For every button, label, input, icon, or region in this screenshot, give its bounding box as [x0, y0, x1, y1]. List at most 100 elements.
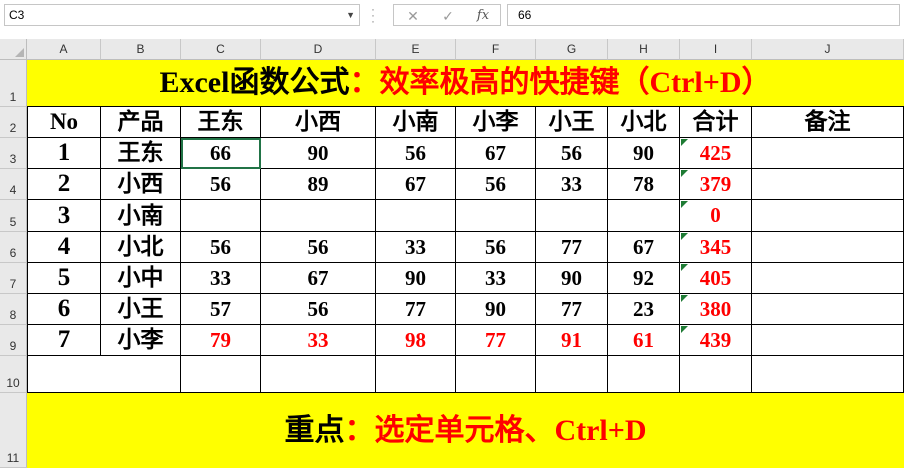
value-cell[interactable]: 33 [456, 263, 536, 294]
empty-cell[interactable] [608, 356, 680, 393]
value-cell[interactable]: 56 [376, 138, 456, 169]
row-number-cell[interactable]: 1 [27, 138, 101, 169]
empty-cell[interactable] [261, 356, 376, 393]
product-cell[interactable]: 小中 [101, 263, 181, 294]
formula-input[interactable]: 66 [507, 4, 900, 26]
total-cell[interactable]: 425 [680, 138, 752, 169]
value-cell[interactable]: 90 [456, 294, 536, 325]
total-cell[interactable]: 380 [680, 294, 752, 325]
value-cell[interactable]: 79 [181, 325, 261, 356]
enter-icon[interactable]: ✓ [437, 7, 459, 25]
insert-function-icon[interactable]: fx [472, 7, 494, 25]
column-header-g[interactable]: G [536, 39, 608, 60]
cancel-icon[interactable]: ✕ [402, 7, 424, 25]
note-cell[interactable] [752, 294, 904, 325]
product-cell[interactable]: 小西 [101, 169, 181, 200]
chevron-down-icon[interactable]: ▼ [346, 5, 355, 25]
total-cell[interactable]: 439 [680, 325, 752, 356]
value-cell[interactable] [456, 200, 536, 232]
row-header-11[interactable]: 11 [0, 393, 27, 468]
value-cell[interactable]: 57 [181, 294, 261, 325]
table-header-cell[interactable]: 小南 [376, 107, 456, 138]
value-cell[interactable]: 67 [608, 232, 680, 263]
name-box[interactable]: C3 ▼ [4, 4, 360, 26]
value-cell[interactable]: 66 [181, 138, 261, 169]
column-header-d[interactable]: D [261, 39, 376, 60]
total-cell[interactable]: 379 [680, 169, 752, 200]
value-cell[interactable]: 78 [608, 169, 680, 200]
row-number-cell[interactable]: 7 [27, 325, 101, 356]
table-header-cell[interactable]: No [27, 107, 101, 138]
empty-cell[interactable] [181, 356, 261, 393]
value-cell[interactable]: 90 [261, 138, 376, 169]
note-cell[interactable] [752, 200, 904, 232]
row-header-10[interactable]: 10 [0, 356, 27, 393]
product-cell[interactable]: 小王 [101, 294, 181, 325]
value-cell[interactable]: 33 [261, 325, 376, 356]
value-cell[interactable] [536, 200, 608, 232]
value-cell[interactable]: 67 [261, 263, 376, 294]
footer-banner[interactable]: 重点：选定单元格、Ctrl+D [27, 393, 904, 468]
row-header-5[interactable]: 5 [0, 200, 27, 232]
value-cell[interactable] [261, 200, 376, 232]
value-cell[interactable]: 77 [456, 325, 536, 356]
table-header-cell[interactable]: 备注 [752, 107, 904, 138]
row-header-7[interactable]: 7 [0, 263, 27, 294]
note-cell[interactable] [752, 232, 904, 263]
row-number-cell[interactable]: 2 [27, 169, 101, 200]
row-header-6[interactable]: 6 [0, 232, 27, 263]
total-cell[interactable]: 0 [680, 200, 752, 232]
empty-cell[interactable] [536, 356, 608, 393]
note-cell[interactable] [752, 169, 904, 200]
row-number-cell[interactable]: 3 [27, 200, 101, 232]
value-cell[interactable]: 67 [376, 169, 456, 200]
column-header-j[interactable]: J [752, 39, 904, 60]
empty-cell[interactable] [376, 356, 456, 393]
value-cell[interactable] [181, 200, 261, 232]
row-number-cell[interactable]: 6 [27, 294, 101, 325]
row-header-1[interactable]: 1 [0, 60, 27, 107]
value-cell[interactable]: 77 [536, 294, 608, 325]
product-cell[interactable]: 王东 [101, 138, 181, 169]
row-header-3[interactable]: 3 [0, 138, 27, 169]
product-cell[interactable]: 小南 [101, 200, 181, 232]
table-header-cell[interactable]: 小王 [536, 107, 608, 138]
value-cell[interactable]: 33 [536, 169, 608, 200]
table-header-cell[interactable]: 小西 [261, 107, 376, 138]
value-cell[interactable]: 61 [608, 325, 680, 356]
value-cell[interactable]: 56 [456, 169, 536, 200]
select-all-button[interactable] [0, 39, 27, 60]
total-cell[interactable]: 345 [680, 232, 752, 263]
value-cell[interactable]: 77 [536, 232, 608, 263]
empty-cell[interactable] [752, 356, 904, 393]
value-cell[interactable]: 77 [376, 294, 456, 325]
note-cell[interactable] [752, 263, 904, 294]
note-cell[interactable] [752, 138, 904, 169]
value-cell[interactable]: 92 [608, 263, 680, 294]
row-number-cell[interactable]: 5 [27, 263, 101, 294]
column-header-f[interactable]: F [456, 39, 536, 60]
value-cell[interactable]: 56 [181, 169, 261, 200]
value-cell[interactable]: 56 [536, 138, 608, 169]
column-header-i[interactable]: I [680, 39, 752, 60]
empty-cell[interactable] [27, 356, 181, 393]
product-cell[interactable]: 小北 [101, 232, 181, 263]
total-cell[interactable]: 405 [680, 263, 752, 294]
row-number-cell[interactable]: 4 [27, 232, 101, 263]
value-cell[interactable]: 89 [261, 169, 376, 200]
drag-handle-icon[interactable]: · · · [371, 3, 375, 27]
row-header-9[interactable]: 9 [0, 325, 27, 356]
value-cell[interactable] [608, 200, 680, 232]
value-cell[interactable]: 90 [376, 263, 456, 294]
value-cell[interactable]: 91 [536, 325, 608, 356]
value-cell[interactable]: 67 [456, 138, 536, 169]
table-header-cell[interactable]: 王东 [181, 107, 261, 138]
note-cell[interactable] [752, 325, 904, 356]
value-cell[interactable]: 56 [261, 232, 376, 263]
title-banner[interactable]: Excel函数公式：效率极高的快捷键（Ctrl+D） [27, 60, 904, 107]
column-header-h[interactable]: H [608, 39, 680, 60]
value-cell[interactable]: 23 [608, 294, 680, 325]
value-cell[interactable]: 56 [181, 232, 261, 263]
value-cell[interactable]: 56 [261, 294, 376, 325]
row-header-8[interactable]: 8 [0, 294, 27, 325]
